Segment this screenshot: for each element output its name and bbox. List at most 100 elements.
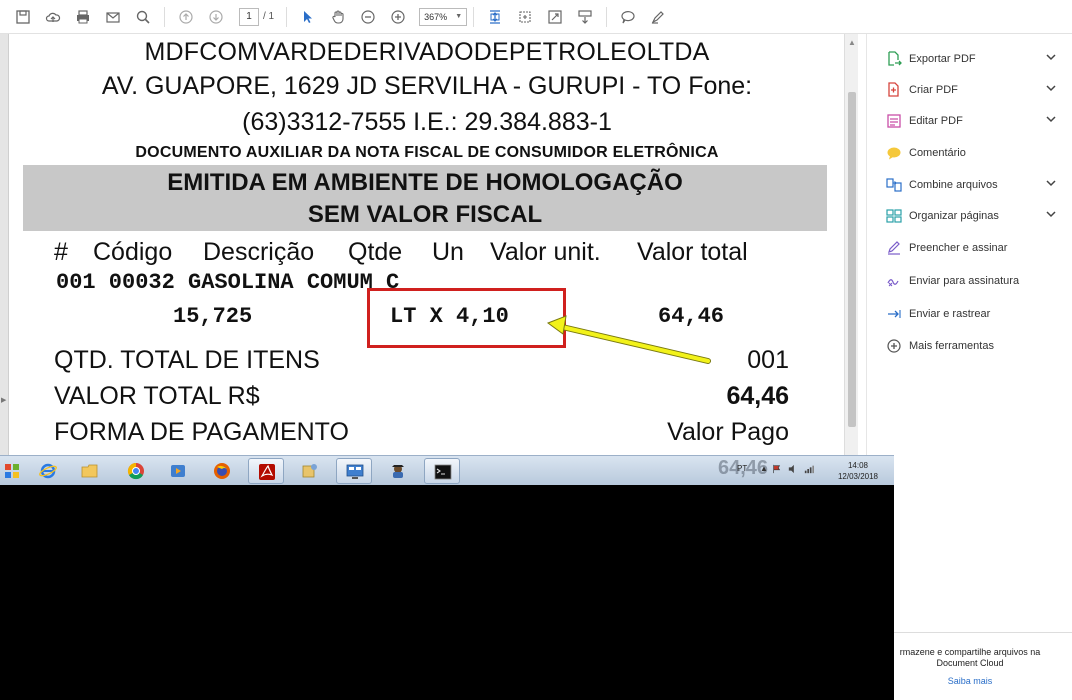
windows-logo-icon (5, 464, 19, 478)
tool-label: Organizar páginas (909, 210, 999, 222)
banner-line-2: SEM VALOR FISCAL (307, 201, 543, 228)
zoom-select[interactable]: 367% ▼ (419, 7, 468, 26)
fill-sign-pen-icon (885, 239, 903, 257)
rotate-view-icon[interactable] (514, 6, 536, 28)
chevron-down-icon[interactable] (1045, 113, 1057, 125)
payment-method-label: FORMA DE PAGAMENTO (54, 418, 349, 446)
chevron-down-icon[interactable] (1045, 51, 1057, 63)
chevron-down-icon[interactable] (1045, 208, 1057, 220)
vertical-scrollbar[interactable]: ▲ (844, 34, 858, 455)
tool-edit-pdf[interactable]: Editar PDF (885, 110, 1065, 132)
upload-cloud-icon[interactable] (42, 6, 64, 28)
send-track-icon (885, 305, 903, 323)
previous-page-icon[interactable] (175, 6, 197, 28)
taskbar-media-player[interactable] (160, 458, 196, 484)
chevron-down-icon: ▼ (455, 13, 463, 20)
tool-comment[interactable]: Comentário (885, 142, 1065, 164)
internet-explorer-icon (39, 463, 57, 479)
remote-desktop-icon (346, 464, 364, 479)
scroll-mode-icon[interactable] (574, 6, 596, 28)
tool-send-for-signature[interactable]: Enviar para assinatura (885, 270, 1065, 292)
toolbar-divider (606, 6, 608, 27)
item-quantity: 15,725 (173, 304, 253, 329)
network-flag-icon[interactable] (772, 464, 782, 474)
hand-tool-icon[interactable] (327, 6, 349, 28)
paid-value-label: Valor Pago (667, 418, 789, 446)
column-header-description: Descrição (203, 238, 315, 266)
zoom-value: 367% (424, 11, 448, 22)
column-header-unit-price: Valor unit. (490, 238, 601, 266)
learn-more-link[interactable]: Saiba mais (867, 676, 1072, 687)
clock[interactable]: 14:08 12/03/2018 (828, 460, 888, 482)
highlight-pen-icon[interactable] (647, 6, 669, 28)
expand-arrow-icon: ▶ (1, 397, 7, 404)
banner-line-1: EMITIDA EM AMBIENTE DE HOMOLOGAÇÃO (167, 169, 683, 196)
tool-send-and-track[interactable]: Enviar e rastrear (885, 303, 1065, 325)
scroll-up-icon[interactable]: ▲ (848, 38, 856, 47)
column-header-total: Valor total (637, 238, 748, 266)
tools-panel: Exportar PDF Criar PDF Editar PDF Coment… (866, 34, 1072, 700)
arrow-shaft-fill (556, 324, 710, 363)
taskbar-acrobat-reader[interactable] (248, 458, 284, 484)
tool-fill-and-sign[interactable]: Preencher e assinar (885, 237, 1065, 259)
save-icon[interactable] (12, 6, 34, 28)
item-total: 64,46 (658, 304, 725, 329)
taskbar-command-prompt[interactable] (424, 458, 460, 484)
language-indicator[interactable]: PT (737, 464, 747, 473)
scrollbar-thumb[interactable] (848, 92, 856, 427)
taskbar-remote-desktop[interactable] (336, 458, 372, 484)
taskbar-file-explorer[interactable] (72, 458, 108, 484)
column-header-number: # (54, 238, 68, 266)
email-icon[interactable] (102, 6, 124, 28)
company-address: AV. GUAPORE, 1629 JD SERVILHA - GURUPI -… (101, 72, 753, 100)
tool-label: Enviar e rastrear (909, 308, 991, 320)
combine-files-icon (885, 176, 903, 194)
zoom-out-icon[interactable] (357, 6, 379, 28)
black-background-region (0, 485, 894, 700)
search-icon[interactable] (132, 6, 154, 28)
tray-expand-icon[interactable]: ▲ (760, 464, 768, 473)
tool-more-tools[interactable]: Mais ferramentas (885, 335, 1065, 357)
taskbar-character-app[interactable] (380, 458, 416, 484)
tool-combine-files[interactable]: Combine arquivos (885, 174, 1065, 196)
firefox-icon (214, 463, 230, 479)
promo-line-1: rmazene e compartilhe arquivos na (899, 647, 1041, 657)
toolbar-divider (286, 6, 288, 27)
command-prompt-icon (434, 464, 452, 480)
page-number-input[interactable]: 1 (239, 7, 259, 26)
left-panel-toggle[interactable]: ▶ (0, 34, 9, 455)
create-pdf-icon (885, 81, 903, 99)
page-total: / 1 (263, 11, 275, 22)
organize-pages-icon (885, 207, 903, 225)
full-screen-icon[interactable] (544, 6, 566, 28)
taskbar-utility-app[interactable] (292, 458, 328, 484)
volume-icon[interactable] (788, 464, 798, 474)
taskbar-internet-explorer[interactable] (30, 458, 66, 484)
document-view[interactable]: MDFCOMVARDEDERIVADODEPETROLEOLTDA AV. GU… (10, 34, 844, 455)
total-value-amount: 64,46 (726, 382, 789, 410)
comment-icon (885, 144, 903, 162)
tool-export-pdf[interactable]: Exportar PDF (885, 48, 1065, 70)
arrow-shaft (555, 323, 711, 364)
toolbar: 1 / 1 367% ▼ (0, 0, 1072, 34)
signal-strength-icon[interactable] (804, 464, 814, 474)
fit-page-icon[interactable] (484, 6, 506, 28)
document-cloud-promo: rmazene e compartilhe arquivos na Docume… (867, 632, 1072, 687)
taskbar-chrome[interactable] (118, 458, 154, 484)
print-icon[interactable] (72, 6, 94, 28)
send-signature-icon (885, 272, 903, 290)
start-button[interactable] (0, 458, 30, 484)
next-page-icon[interactable] (205, 6, 227, 28)
clock-date: 12/03/2018 (837, 472, 879, 481)
zoom-in-icon[interactable] (387, 6, 409, 28)
chevron-down-icon[interactable] (1045, 82, 1057, 94)
taskbar-firefox[interactable] (204, 458, 240, 484)
tool-label: Preencher e assinar (909, 242, 1008, 254)
comment-icon[interactable] (617, 6, 639, 28)
select-cursor-icon[interactable] (297, 6, 319, 28)
chevron-down-icon[interactable] (1045, 177, 1057, 189)
promo-line-2: Document Cloud (936, 658, 1004, 668)
column-header-qty: Qtde (348, 238, 403, 266)
tool-create-pdf[interactable]: Criar PDF (885, 79, 1065, 101)
tool-organize-pages[interactable]: Organizar páginas (885, 205, 1065, 227)
